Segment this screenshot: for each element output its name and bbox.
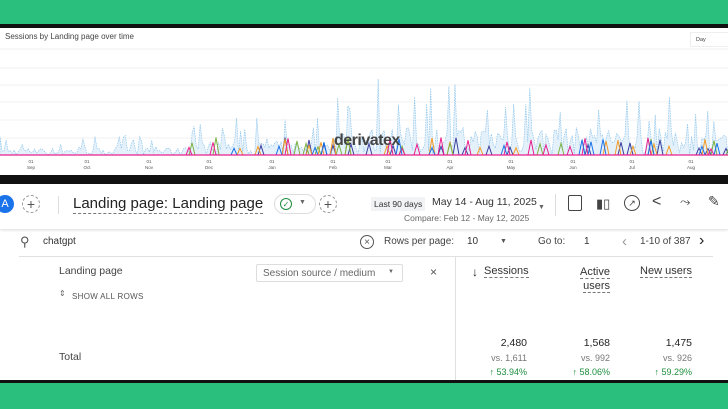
change-value: 59.29% [661,367,692,377]
compare-sessions: vs. 1,611 [491,353,527,363]
secondary-dimension-value: Session source / medium [263,268,376,279]
expand-collapse-icon: ⇕ [59,289,66,298]
search-icon: ⚲ [20,234,30,249]
secondary-dimension-select[interactable]: Session source / medium ▼ [256,264,403,282]
compare-new-users: vs. 926 [662,353,692,363]
compare-range: Compare: Feb 12 - May 12, 2025 [404,213,530,223]
x-tick-label: 01 May [506,159,516,170]
sessions-line-chart [0,48,728,156]
add-comparison-button[interactable]: + [22,195,40,213]
x-tick-label: 01 Apr [446,159,454,170]
chevron-down-icon: ▼ [388,269,394,275]
clear-search-icon[interactable]: × [360,235,374,249]
report-title[interactable]: Landing page: Landing page [73,194,264,214]
total-label: Total [59,351,82,363]
next-page-button[interactable]: › [699,232,704,250]
change-value: 53.94% [496,367,527,377]
total-active-users: 1,568 [583,337,610,349]
column-header-sessions[interactable]: Sessions [484,265,529,278]
divider [555,194,556,216]
insights-icon[interactable]: ↗ [624,195,640,211]
divider [19,256,713,257]
x-tick-label: 01 Dec [204,159,213,170]
date-dropdown-icon[interactable]: ▼ [538,204,545,211]
x-tick-label: 01 Mar [384,159,392,170]
remove-dimension-button[interactable]: × [430,265,437,279]
goto-input[interactable]: 1 [584,236,590,247]
report-table-panel: A + Landing page: Landing page ✓ ▼ + Las… [0,184,728,380]
chevron-down-icon: ▼ [299,199,306,206]
change-sessions: ↑ 53.94% [489,367,527,377]
header-label: Active [580,266,610,279]
x-tick-label: 01 Sep [26,159,35,170]
divider [58,196,59,214]
header-label: users [583,280,610,293]
rows-per-page-select[interactable]: 10 [467,236,478,247]
share-note-icon[interactable] [568,195,582,211]
check-circle-icon: ✓ [280,198,292,210]
x-tick-label: 01 Oct [83,159,91,170]
x-tick-label: 01 Nov [144,159,153,170]
trend-sparkle-icon[interactable]: ⤳ [680,194,690,210]
x-tick-label: 01 Jul [629,159,635,170]
share-icon[interactable]: < [652,193,661,211]
compare-active-users: vs. 992 [580,353,610,363]
frame-border [0,380,728,383]
watermark-logo: derivatex [334,132,400,149]
edit-pencil-icon[interactable]: ✎ [708,193,720,210]
compare-columns-icon[interactable]: ▮▯ [596,196,610,212]
x-tick-label: 01 Jan [268,159,276,170]
rows-dropdown-icon[interactable]: ▼ [500,238,507,245]
column-header-active-users[interactable]: Active users [560,265,610,293]
show-all-rows-button[interactable]: SHOW ALL ROWS [72,292,144,301]
x-tick-label: 01 Feb [329,159,337,170]
rows-per-page-label: Rows per page: [384,236,455,247]
header-label: New users [640,265,692,278]
search-input[interactable]: chatgpt [43,236,76,247]
column-divider [455,256,456,380]
x-tick-label: 01 Aug [686,159,695,170]
report-toolbar: A + Landing page: Landing page ✓ ▼ + Las… [0,184,728,229]
change-new-users: ↑ 59.29% [654,367,692,377]
sort-descending-icon[interactable]: ↓ [472,265,478,279]
date-preset-chip[interactable]: Last 90 days [371,197,426,211]
column-header-new-users[interactable]: New users [630,265,692,278]
dimension-header: Landing page [59,265,123,277]
header-label: Sessions [484,265,529,278]
total-sessions: 2,480 [500,337,527,349]
x-tick-label: 01 Jun [569,159,577,170]
pagination-info: 1-10 of 387 [640,236,691,247]
add-filter-button[interactable]: + [319,195,337,213]
chart-panel: Sessions by Landing page over time Day d… [0,28,728,175]
change-value: 58.06% [579,367,610,377]
prev-page-button[interactable]: ‹ [622,233,627,250]
change-active-users: ↑ 58.06% [572,367,610,377]
total-new-users: 1,475 [665,337,692,349]
date-range[interactable]: May 14 - Aug 11, 2025 [432,196,537,208]
goto-label: Go to: [538,236,566,247]
avatar[interactable]: A [0,195,14,213]
frame-border [0,175,728,184]
report-status-chip[interactable]: ✓ ▼ [274,194,316,214]
